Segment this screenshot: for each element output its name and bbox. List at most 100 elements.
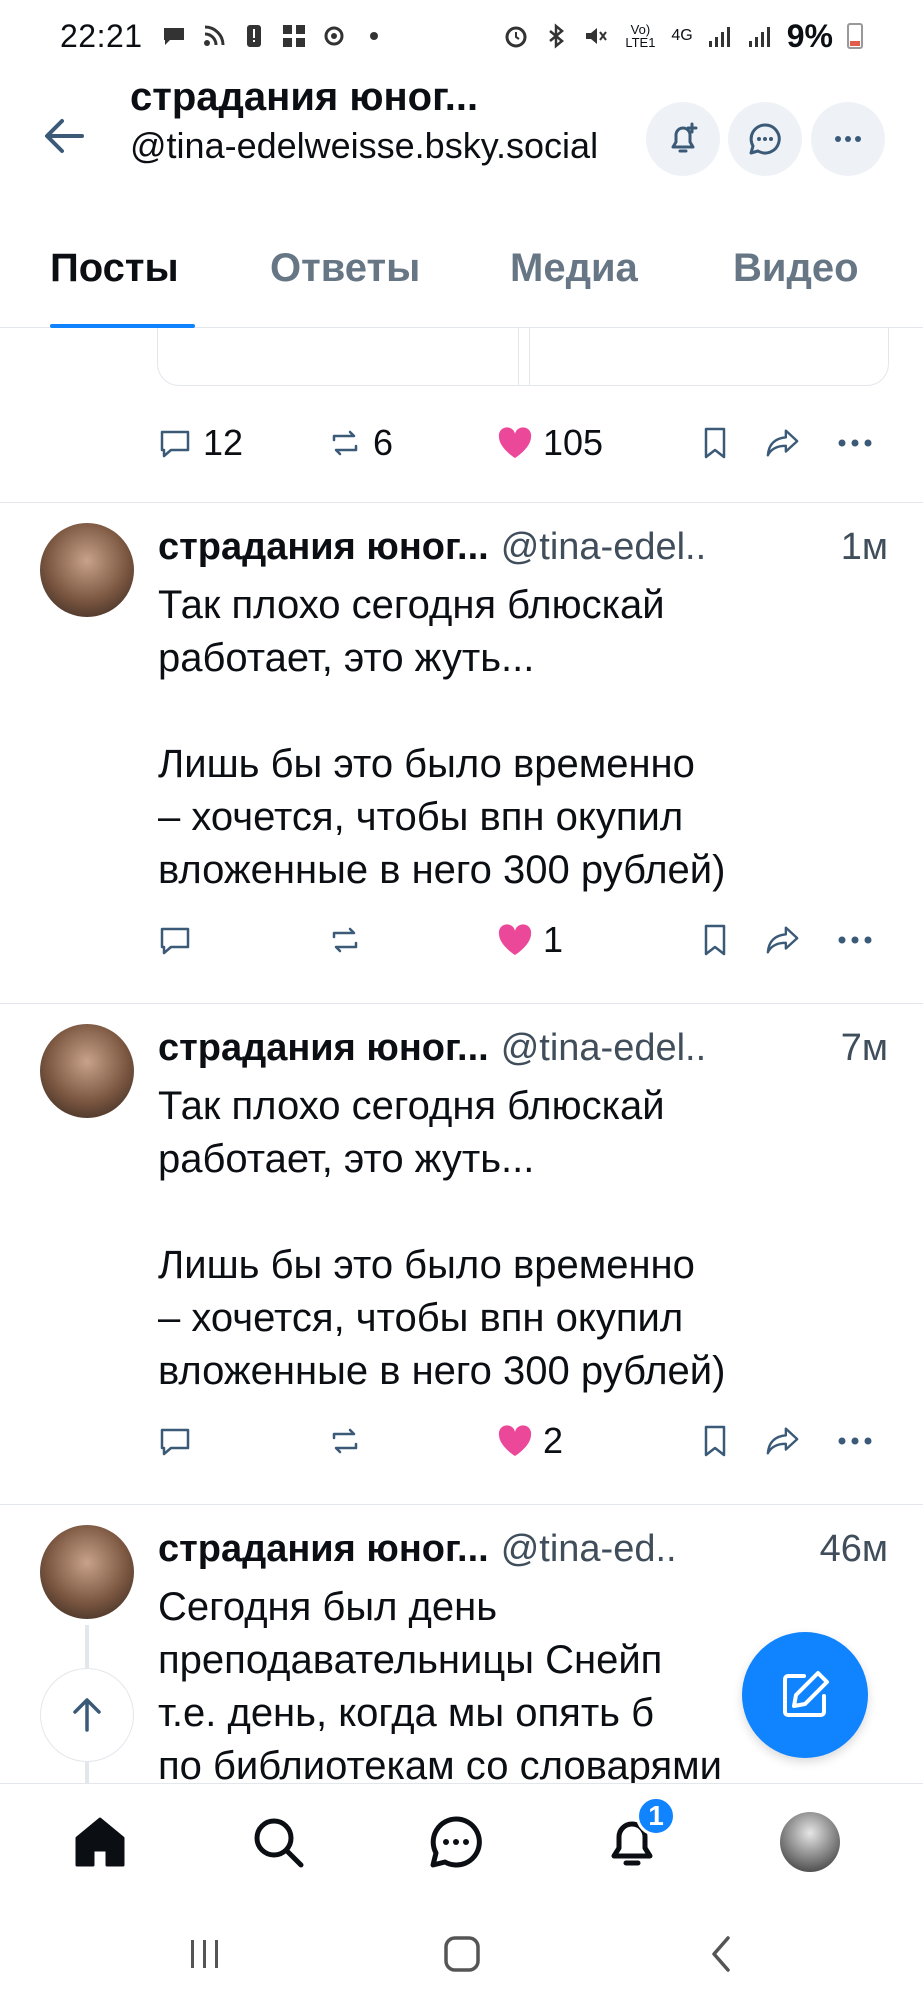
- post-more-button[interactable]: [837, 922, 873, 958]
- post-text: Так плохо сегодня блюскай работает, это …: [158, 583, 726, 892]
- post-author-name[interactable]: страдания юног...: [158, 1525, 489, 1573]
- post-author-name[interactable]: страдания юног...: [158, 1024, 489, 1072]
- post-author-handle[interactable]: @tina-ed..: [501, 1525, 677, 1573]
- recent-apps-button[interactable]: [180, 1929, 230, 1979]
- more-horizontal-icon: [838, 1437, 872, 1445]
- settings-gear-icon: [321, 23, 347, 49]
- repost-button[interactable]: [327, 1423, 363, 1459]
- compose-post-button[interactable]: [742, 1632, 868, 1758]
- header-titles: страдания юног... @tina-edelweisse.bsky.…: [130, 72, 630, 170]
- post-author-handle[interactable]: @tina-edel..: [501, 1024, 706, 1072]
- signal-icon-2: [747, 23, 773, 49]
- nav-profile[interactable]: [778, 1810, 842, 1874]
- nav-chat[interactable]: [424, 1810, 488, 1874]
- battery-percent: 9%: [786, 17, 833, 54]
- post-more-button[interactable]: [837, 1423, 873, 1459]
- bookmark-button[interactable]: [697, 1423, 733, 1459]
- subscribe-notifications-button[interactable]: [646, 102, 720, 176]
- mute-icon: [583, 23, 609, 49]
- bluetooth-icon: [543, 23, 569, 49]
- embed-image-grid[interactable]: [157, 328, 889, 386]
- reply-icon: [160, 430, 190, 458]
- system-navigation-bar: [0, 1905, 923, 2000]
- post-time[interactable]: 46м: [820, 1525, 888, 1573]
- bottom-navigation: 1: [0, 1783, 923, 1905]
- bookmark-button[interactable]: [697, 922, 733, 958]
- tab-posts[interactable]: Посты: [50, 246, 179, 291]
- more-horizontal-icon: [838, 936, 872, 944]
- bell-plus-icon: [671, 122, 698, 153]
- share-arrow-icon: [766, 926, 799, 954]
- notifications-badge: 1: [636, 1796, 676, 1836]
- post-more-button[interactable]: [837, 425, 873, 461]
- tab-replies[interactable]: Ответы: [270, 246, 420, 291]
- like-count: 105: [543, 422, 604, 463]
- post-time[interactable]: 1м: [841, 523, 888, 571]
- message-button[interactable]: [728, 102, 802, 176]
- like-button[interactable]: 2: [497, 1420, 563, 1462]
- status-time: 22:21: [60, 17, 143, 54]
- heart-filled-icon: [498, 924, 532, 955]
- post-text: Так плохо сегодня блюскай работает, это …: [158, 1084, 726, 1393]
- post-author-handle[interactable]: @tina-edel..: [501, 523, 706, 571]
- share-button[interactable]: [765, 922, 801, 958]
- post-header: страдания юног... @tina-edel.. 7м: [158, 1024, 888, 1072]
- share-arrow-icon: [766, 429, 799, 457]
- signal-icon: [707, 23, 733, 49]
- avatar[interactable]: [40, 1024, 134, 1118]
- profile-header: страдания юног... @tina-edelweisse.bsky.…: [0, 72, 923, 222]
- home-icon: [75, 1817, 125, 1867]
- reply-button[interactable]: [157, 1423, 193, 1459]
- status-left-icons: [161, 23, 387, 49]
- network-type: 4G: [671, 27, 693, 44]
- post-item[interactable]: страдания юног... @tina-edel.. 1м Так пл…: [0, 503, 923, 1003]
- post-author-name[interactable]: страдания юног...: [158, 523, 489, 571]
- post-time[interactable]: 7м: [841, 1024, 888, 1072]
- status-right-icons: Vo) LTE1 4G 9%: [503, 18, 863, 55]
- posts-feed[interactable]: 12 6 105 страдания юног... @tina-edel.. …: [0, 328, 923, 1783]
- chat-bubble-icon: [430, 1816, 482, 1868]
- reply-button[interactable]: [157, 922, 193, 958]
- home-square-icon: [444, 1936, 480, 1972]
- like-button[interactable]: 105: [497, 422, 603, 464]
- post-header: страдания юног... @tina-edel.. 1м: [158, 523, 888, 571]
- post-actions: 1: [157, 915, 877, 965]
- apps-icon: [281, 23, 307, 49]
- like-button[interactable]: 1: [497, 919, 563, 961]
- share-button[interactable]: [765, 425, 801, 461]
- back-system-button[interactable]: [696, 1929, 746, 1979]
- share-button[interactable]: [765, 1423, 801, 1459]
- more-options-button[interactable]: [811, 102, 885, 176]
- rss-icon: [201, 23, 227, 49]
- tab-video[interactable]: Видео: [733, 246, 859, 291]
- bookmark-icon: [704, 427, 726, 459]
- scroll-to-top-button[interactable]: [40, 1668, 134, 1762]
- nav-notifications[interactable]: 1: [600, 1796, 676, 1874]
- chevron-left-icon: [712, 1936, 730, 1972]
- like-count: 1: [543, 919, 564, 960]
- header-handle: @tina-edelweisse.bsky.social: [130, 125, 599, 166]
- avatar[interactable]: [40, 1525, 134, 1619]
- back-button[interactable]: [40, 112, 88, 160]
- more-horizontal-icon: [835, 136, 861, 142]
- search-icon: [254, 1818, 304, 1868]
- status-bar: 22:21 Vo) LTE1 4G 9%: [0, 0, 923, 72]
- bookmark-button[interactable]: [697, 425, 733, 461]
- nav-home[interactable]: [68, 1810, 132, 1874]
- home-system-button[interactable]: [437, 1929, 487, 1979]
- repost-icon: [332, 927, 358, 953]
- repost-button[interactable]: [327, 922, 363, 958]
- tab-media[interactable]: Медиа: [510, 246, 638, 291]
- avatar[interactable]: [40, 523, 134, 617]
- embed-divider: [518, 328, 530, 386]
- battery-icon: [847, 23, 863, 49]
- recent-apps-icon: [191, 1940, 218, 1968]
- profile-avatar: [780, 1812, 840, 1872]
- post-item[interactable]: страдания юног... @tina-edel.. 7м Так пл…: [0, 1004, 923, 1504]
- message-notification-icon: [161, 23, 187, 49]
- nav-search[interactable]: [246, 1810, 310, 1874]
- repost-button[interactable]: 6: [327, 422, 393, 464]
- alert-icon: [241, 23, 267, 49]
- reply-button[interactable]: 12: [157, 422, 243, 464]
- repost-icon: [332, 430, 358, 456]
